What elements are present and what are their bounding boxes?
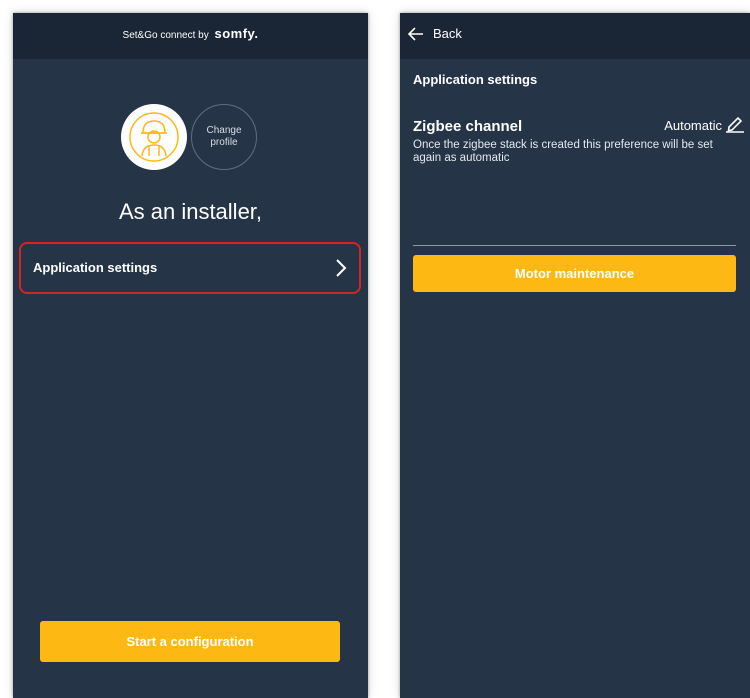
app-header: Back xyxy=(400,13,750,59)
motor-maintenance-button[interactable]: Motor maintenance xyxy=(413,255,736,292)
zigbee-channel-description: Once the zigbee stack is created this pr… xyxy=(413,139,713,164)
zigbee-channel-value: Automatic xyxy=(664,118,722,133)
application-settings-label: Application settings xyxy=(33,260,158,275)
zigbee-channel-title: Zigbee channel xyxy=(413,118,523,135)
back-button[interactable]: Back xyxy=(408,26,462,41)
somfy-logo: somfy. xyxy=(214,26,259,41)
arrow-left-icon xyxy=(408,26,423,41)
chevron-right-icon xyxy=(336,259,347,277)
brand-title: Set&Go connect by somfy. xyxy=(13,26,368,42)
section-title: Application settings xyxy=(413,72,538,87)
divider xyxy=(413,245,736,246)
page-title: As an installer, xyxy=(118,199,263,224)
change-profile-label: Change profile xyxy=(206,125,242,148)
back-label: Back xyxy=(433,26,462,41)
installer-avatar-icon xyxy=(121,104,187,170)
pencil-icon[interactable] xyxy=(725,113,745,133)
brand-text: Set&Go connect by xyxy=(122,30,209,41)
profile-screen: Set&Go connect by somfy. Change profile … xyxy=(13,13,368,698)
application-settings-screen: Back Application settings Zigbee channel… xyxy=(400,13,750,698)
change-profile-button[interactable]: Change profile xyxy=(191,104,257,170)
app-header: Set&Go connect by somfy. xyxy=(13,13,368,59)
start-configuration-button[interactable]: Start a configuration xyxy=(40,621,340,662)
application-settings-row[interactable]: Application settings xyxy=(19,242,361,294)
